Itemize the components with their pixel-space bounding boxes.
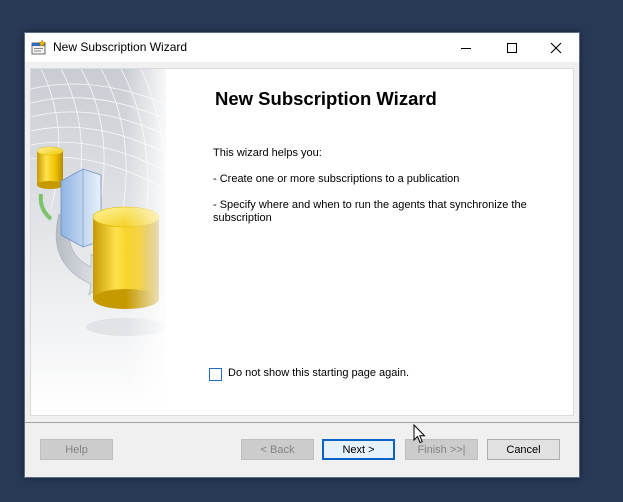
page-heading: New Subscription Wizard — [215, 88, 437, 109]
next-button[interactable]: Next > — [322, 439, 395, 460]
wizard-app-icon — [31, 39, 47, 55]
do-not-show-again-label[interactable]: Do not show this starting page again. — [228, 367, 409, 379]
intro-text: This wizard helps you: — [213, 147, 322, 159]
maximize-button[interactable] — [489, 33, 535, 62]
cancel-button[interactable]: Cancel — [487, 439, 560, 460]
back-button[interactable]: < Back — [241, 439, 314, 460]
window-title: New Subscription Wizard — [53, 40, 188, 54]
do-not-show-again-checkbox[interactable] — [209, 368, 222, 381]
wizard-side-illustration — [31, 69, 166, 415]
button-area-divider — [25, 422, 579, 423]
title-bar[interactable]: New Subscription Wizard — [25, 33, 579, 62]
minimize-icon — [461, 48, 471, 49]
mouse-cursor-icon — [413, 424, 426, 444]
bullet-create-subscriptions: - Create one or more subscriptions to a … — [213, 173, 460, 185]
wizard-window: New Subscription Wizard New Subscription… — [24, 32, 580, 478]
minimize-button[interactable] — [443, 33, 489, 62]
help-button[interactable]: Help — [40, 439, 113, 460]
bullet-specify-agents: - Specify where and when to run the agen… — [213, 199, 527, 224]
wizard-content-panel: New Subscription Wizard This wizard help… — [30, 68, 574, 416]
close-icon — [550, 42, 562, 54]
maximize-icon — [507, 43, 517, 53]
close-button[interactable] — [533, 33, 579, 62]
